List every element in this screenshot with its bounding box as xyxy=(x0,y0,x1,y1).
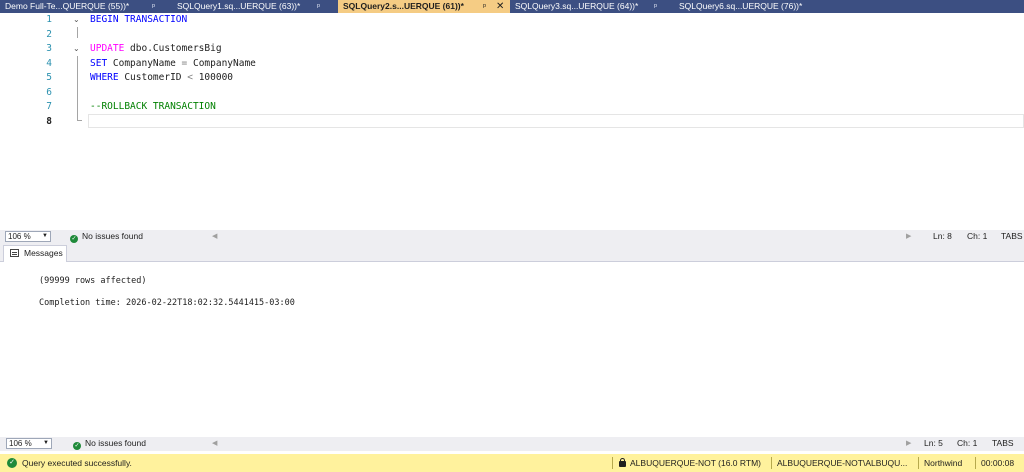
pin-icon[interactable]: ᵖ xyxy=(152,0,155,13)
line-number: 3 xyxy=(46,43,52,54)
tab-label: SQLQuery2.s...UERQUE (61))* xyxy=(343,1,464,11)
elapsed-time: 00:00:08 xyxy=(981,458,1015,468)
identifier: CustomerID xyxy=(118,72,188,83)
code-line-7[interactable]: 7 --ROLLBACK TRANSACTION xyxy=(0,100,1024,115)
scroll-left-icon[interactable]: ◀ xyxy=(212,437,217,450)
line-number: 4 xyxy=(46,57,52,69)
line-number: 5 xyxy=(46,72,52,83)
pin-icon[interactable]: ᵖ xyxy=(654,0,657,13)
tab-label: Messages xyxy=(24,248,63,258)
server-info[interactable]: ALBUQUERQUE-NOT (16.0 RTM) xyxy=(619,454,761,472)
pin-icon[interactable]: ᵖ xyxy=(317,0,320,13)
divider xyxy=(918,457,919,469)
code-line-1[interactable]: 1 ⌄ BEGIN TRANSACTION xyxy=(0,13,1024,28)
tab-label: SQLQuery1.sq...UERQUE (63))* xyxy=(177,1,301,11)
code-line-4[interactable]: 4 SET CompanyName = CompanyName xyxy=(0,57,1024,72)
identifier: CompanyName xyxy=(107,57,182,69)
zoom-dropdown[interactable]: 106 % ▼ xyxy=(5,231,51,242)
scroll-left-icon[interactable]: ◀ xyxy=(212,230,217,243)
message-line: (99999 rows affected) xyxy=(39,276,147,286)
check-icon: ✓ xyxy=(70,235,78,243)
column-indicator: Ch: 1 xyxy=(957,438,978,448)
code-line-8[interactable]: 8 xyxy=(0,115,1024,130)
scroll-right-icon[interactable]: ▶ xyxy=(906,230,911,243)
messages-pane[interactable]: (99999 rows affected) Completion time: 2… xyxy=(0,262,1024,437)
messages-icon xyxy=(10,249,19,257)
keyword: SET xyxy=(90,57,108,69)
database-name[interactable]: Northwind xyxy=(924,454,962,472)
tab-sqlquery6[interactable]: SQLQuery6.sq...UERQUE (76))* xyxy=(674,0,842,13)
fold-chevron-icon[interactable]: ⌄ xyxy=(73,42,80,56)
editor-status-bar: 106 % ▼ ✓ No issues found ◀ ▶ Ln: 8 Ch: 1… xyxy=(0,230,1024,243)
message-line: Completion time: 2026-02-22T18:02:32.544… xyxy=(39,298,295,308)
server-name: ALBUQUERQUE-NOT (16.0 RTM) xyxy=(630,458,761,468)
line-number: 8 xyxy=(46,115,52,127)
success-check-icon: ✓ xyxy=(7,458,17,468)
code-line-5[interactable]: 5 WHERE CustomerID < 100000 xyxy=(0,71,1024,86)
scroll-right-icon[interactable]: ▶ xyxy=(906,437,911,450)
keyword: WHERE xyxy=(90,72,119,83)
column-indicator: Ch: 1 xyxy=(967,231,988,241)
divider xyxy=(975,457,976,469)
results-tab-bar: Messages xyxy=(0,243,1024,262)
issues-text: No issues found xyxy=(85,438,146,448)
number-literal: 100000 xyxy=(192,72,234,83)
results-status-bar: 106 % ▼ ✓ No issues found ◀ ▶ Ln: 5 Ch: 1… xyxy=(0,437,1024,451)
divider xyxy=(612,457,613,469)
tab-sqlquery2[interactable]: SQLQuery2.s...UERQUE (61))* ᵖ ✕ xyxy=(338,0,510,13)
comment: --ROLLBACK TRANSACTION xyxy=(90,101,216,112)
login-name[interactable]: ALBUQUERQUE-NOT\ALBUQU... xyxy=(777,454,907,472)
code-line-2[interactable]: 2 xyxy=(0,28,1024,43)
issues-indicator[interactable]: ✓ No issues found xyxy=(70,230,143,243)
keyword: BEGIN TRANSACTION xyxy=(90,14,188,25)
issues-indicator[interactable]: ✓ No issues found xyxy=(73,437,146,450)
issues-text: No issues found xyxy=(82,231,143,241)
zoom-value: 106 % xyxy=(9,439,32,448)
query-editor[interactable]: 1 ⌄ BEGIN TRANSACTION 2 3 ⌄ UPDATE dbo.C… xyxy=(0,13,1024,230)
document-tab-strip: Demo Full-Te...QUERQUE (55))* ᵖ SQLQuery… xyxy=(0,0,1024,13)
code-line-3[interactable]: 3 ⌄ UPDATE dbo.CustomersBig xyxy=(0,42,1024,57)
tab-label: Demo Full-Te...QUERQUE (55))* xyxy=(5,1,130,11)
line-number: 7 xyxy=(46,101,52,112)
check-icon: ✓ xyxy=(73,442,81,450)
fold-chevron-icon[interactable]: ⌄ xyxy=(73,13,80,27)
tabs-indicator: TABS xyxy=(1001,231,1023,241)
zoom-value: 106 % xyxy=(8,232,31,241)
line-number: 2 xyxy=(46,28,52,40)
tab-messages[interactable]: Messages xyxy=(3,245,67,262)
tab-sqlquery3[interactable]: SQLQuery3.sq...UERQUE (64))* ᵖ xyxy=(510,0,674,13)
query-status-text: Query executed successfully. xyxy=(22,458,132,468)
tab-label: SQLQuery6.sq...UERQUE (76))* xyxy=(679,1,803,11)
divider xyxy=(771,457,772,469)
lock-icon xyxy=(619,458,626,467)
tabs-indicator: TABS xyxy=(992,438,1014,448)
keyword: UPDATE xyxy=(90,43,125,54)
tab-demo-full-text[interactable]: Demo Full-Te...QUERQUE (55))* ᵖ xyxy=(0,0,172,13)
close-icon[interactable]: ✕ xyxy=(496,0,504,13)
chevron-down-icon: ▼ xyxy=(43,440,49,446)
line-indicator: Ln: 5 xyxy=(924,438,943,448)
line-number: 6 xyxy=(46,86,52,98)
identifier: CompanyName xyxy=(187,57,256,69)
zoom-dropdown[interactable]: 106 % ▼ xyxy=(6,438,52,449)
tab-sqlquery1[interactable]: SQLQuery1.sq...UERQUE (63))* ᵖ xyxy=(172,0,338,13)
query-status-bar: ✓ Query executed successfully. ALBUQUERQ… xyxy=(0,454,1024,472)
pin-icon[interactable]: ᵖ xyxy=(483,0,486,13)
chevron-down-icon: ▼ xyxy=(42,233,48,239)
line-indicator: Ln: 8 xyxy=(933,231,952,241)
line-number: 1 xyxy=(46,14,52,25)
code-line-6[interactable]: 6 xyxy=(0,86,1024,101)
tab-label: SQLQuery3.sq...UERQUE (64))* xyxy=(515,1,639,11)
identifier: dbo.CustomersBig xyxy=(124,43,222,54)
